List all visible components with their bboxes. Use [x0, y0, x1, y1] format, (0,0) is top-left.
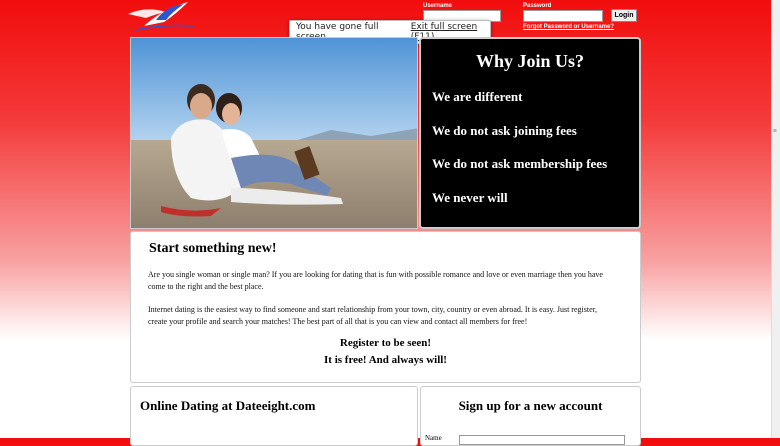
vertical-scrollbar[interactable] — [771, 0, 780, 438]
why-item: We are different — [432, 89, 523, 104]
scroll-grip-icon[interactable]: ≡ — [772, 128, 778, 135]
intro-paragraph: Are you single woman or single man? If y… — [148, 270, 603, 291]
free-cta: It is free! And always will! — [324, 354, 447, 366]
signup-panel: Sign up for a new account Name — [420, 386, 641, 446]
password-label: Password — [523, 3, 552, 9]
why-join-panel: Why Join Us? We are different We do not … — [419, 37, 641, 229]
forgot-password-link[interactable]: Forgot Password or Username? — [523, 24, 614, 30]
register-cta: Register to be seen! — [339, 337, 432, 349]
name-label: Name — [425, 434, 442, 442]
password-input[interactable] — [523, 10, 603, 22]
site-logo[interactable] — [126, 0, 196, 34]
online-dating-title: Online Dating at Dateeight.com — [140, 398, 316, 413]
why-join-title: Why Join Us? — [475, 51, 585, 71]
why-item: We do not ask membership fees — [432, 156, 608, 171]
signup-title: Sign up for a new account — [458, 398, 603, 413]
hero-photo — [130, 37, 418, 229]
intro-title: Start something new! — [149, 241, 277, 256]
intro-paragraph: Internet dating is the easiest way to fi… — [148, 305, 597, 326]
login-button[interactable]: Login — [611, 9, 637, 22]
username-label: Username — [423, 3, 453, 9]
online-dating-panel: Online Dating at Dateeight.com — [130, 386, 418, 446]
why-item: We never will — [432, 190, 508, 205]
name-input[interactable] — [459, 435, 625, 445]
intro-panel: Start something new! Are you single woma… — [130, 231, 641, 383]
why-item: We do not ask joining fees — [432, 123, 577, 138]
